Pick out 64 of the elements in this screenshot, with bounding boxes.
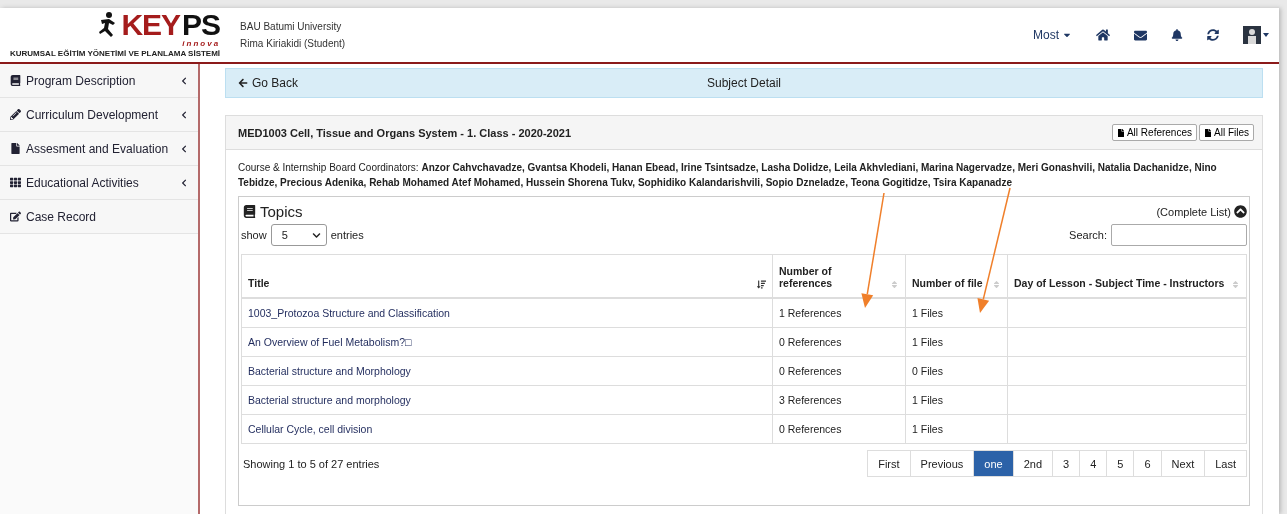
sort-icon: [992, 280, 1001, 289]
pencil-icon: [10, 109, 21, 120]
user-name: Rima Kiriakidi (Student): [240, 38, 347, 49]
table-cell: 1 Files: [905, 327, 1008, 357]
page-button[interactable]: Previous: [909, 450, 975, 477]
refresh-icon[interactable]: [1207, 29, 1219, 41]
grid-icon: [10, 177, 21, 188]
file-icon: [10, 143, 21, 154]
page-button[interactable]: 4: [1079, 450, 1108, 477]
show-label: show: [241, 229, 267, 241]
column-header[interactable]: Number of file: [905, 254, 1008, 298]
logo: KEYPS innova KURUMSAL EĞİTİM YÖNETİMİ VE PLANLAMA SİSTEMİ: [10, 11, 221, 59]
sort-icon: [757, 280, 766, 289]
subject-title: MED1003 Cell, Tissue and Organs System - 1. Class - 2020-2021: [238, 126, 572, 139]
sort-icon: [1231, 280, 1240, 289]
page-button[interactable]: one: [973, 450, 1014, 477]
table-cell[interactable]: 1003_Protozoa Structure and Classification: [241, 298, 773, 328]
page-button[interactable]: 6: [1133, 450, 1162, 477]
page-button[interactable]: Last: [1204, 450, 1247, 477]
column-header[interactable]: Day of Lesson - Subject Time - Instructors: [1007, 254, 1247, 298]
table-cell: 0 References: [772, 327, 906, 357]
page-button[interactable]: Next: [1160, 450, 1206, 477]
entries-info: Showing 1 to 5 of 27 entries: [243, 457, 380, 470]
files-button[interactable]: All Files: [1199, 124, 1254, 141]
table-cell[interactable]: Bacterial structure and morphology: [241, 385, 773, 415]
table-cell: 0 References: [772, 414, 906, 444]
table-cell[interactable]: Bacterial structure and Morphology: [241, 356, 773, 386]
book-icon: [243, 205, 256, 218]
search-field[interactable]: [1111, 224, 1247, 246]
file-icon: [1116, 128, 1125, 137]
file-icon: [1204, 128, 1212, 137]
table-cell: 0 References: [772, 356, 906, 386]
arrow-left-icon: [238, 78, 248, 88]
page-size-select[interactable]: 5: [270, 224, 327, 246]
page-button[interactable]: 5: [1106, 450, 1135, 477]
chevron-down-icon: [311, 230, 321, 240]
bell-icon[interactable]: [1171, 29, 1183, 41]
sort-icon: [890, 280, 899, 289]
table-cell: 1 Files: [905, 414, 1008, 444]
back-link[interactable]: Go Back: [238, 76, 299, 90]
entries-label: entries: [330, 229, 364, 241]
page-button[interactable]: 2nd: [1012, 450, 1054, 477]
table-cell[interactable]: Cellular Cycle, cell division: [241, 414, 773, 444]
most-menu[interactable]: Most: [1033, 28, 1072, 42]
complete-list-link[interactable]: (Complete List): [1156, 205, 1247, 218]
page-button[interactable]: First: [867, 450, 911, 477]
search-label: Search:: [1069, 229, 1107, 241]
topics-title: Topics: [260, 203, 303, 220]
column-header[interactable]: Title: [241, 254, 773, 298]
chevron-up-icon: [1234, 205, 1247, 218]
avatar-icon[interactable]: [1243, 26, 1269, 44]
university-name: BAU Batumi University: [240, 21, 343, 32]
mail-icon[interactable]: [1134, 28, 1147, 42]
home-icon[interactable]: [1096, 28, 1110, 42]
files-button[interactable]: All References: [1111, 124, 1197, 141]
table-cell[interactable]: An Overview of Fuel Metabolism?□: [241, 327, 773, 357]
page-title: Subject Detail: [706, 76, 781, 90]
book-icon: [10, 75, 21, 86]
table-cell: 3 References: [772, 385, 906, 415]
table-cell: 1 Files: [905, 385, 1008, 415]
table-cell: 0 Files: [905, 356, 1008, 386]
edit-icon: [10, 211, 21, 222]
page-button[interactable]: 3: [1052, 450, 1081, 477]
coordinators-text: Course & Internship Board Coordinators: Anzor Cahvchavadze, Gvantsa Khodeli, Hanan Ebead, Irine Tsintsadze, Lasha Dolidze, Leila Akhvlediani, Marina Nagervadze, Meri Gonashvili, Natalia Dachanidze, Nino Tebidze, Precious Adenika, Rehab Mohamed Atef Mohamed, Hussein Shorena Tukv, Sophidiko Kalandarishvili, Sopio Dzneladze, Teona Gogitidze, Tsira Kapanadze: [237, 161, 1218, 190]
